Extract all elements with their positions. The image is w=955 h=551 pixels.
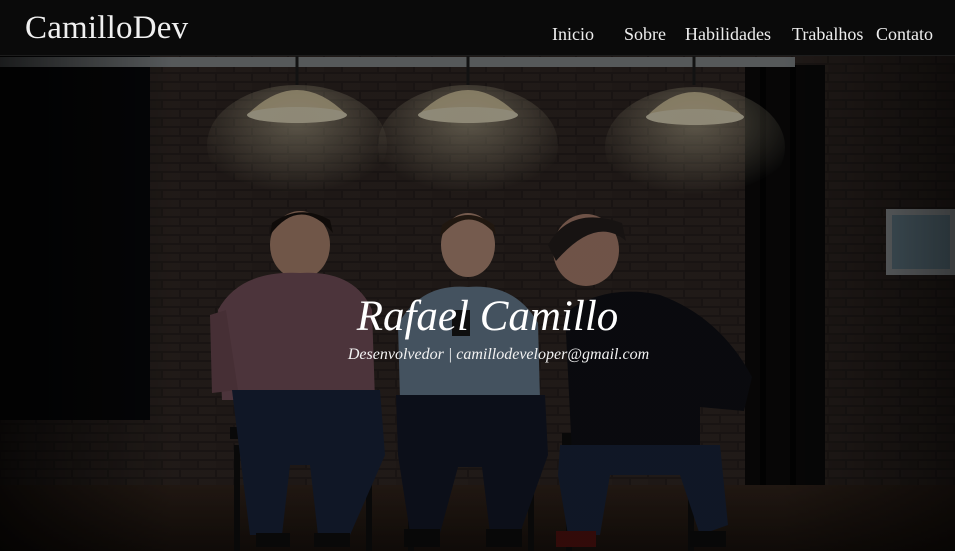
- nav-links: Inicio Sobre Habilidades Trabalhos Conta…: [0, 24, 955, 48]
- nav-link-trabalhos[interactable]: Trabalhos: [792, 24, 863, 45]
- nav-link-habilidades[interactable]: Habilidades: [685, 24, 771, 45]
- hero-section: Rafael Camillo Desenvolvedor | camillode…: [0, 55, 955, 551]
- nav-link-sobre[interactable]: Sobre: [624, 24, 666, 45]
- hero-title: Rafael Camillo: [356, 293, 619, 340]
- nav-link-inicio[interactable]: Inicio: [552, 24, 594, 45]
- navbar: CamilloDev Inicio Sobre Habilidades Trab…: [0, 0, 955, 56]
- hero-subtitle: Desenvolvedor | camillodeveloper@gmail.c…: [347, 346, 650, 363]
- nav-link-contato[interactable]: Contato: [876, 24, 933, 45]
